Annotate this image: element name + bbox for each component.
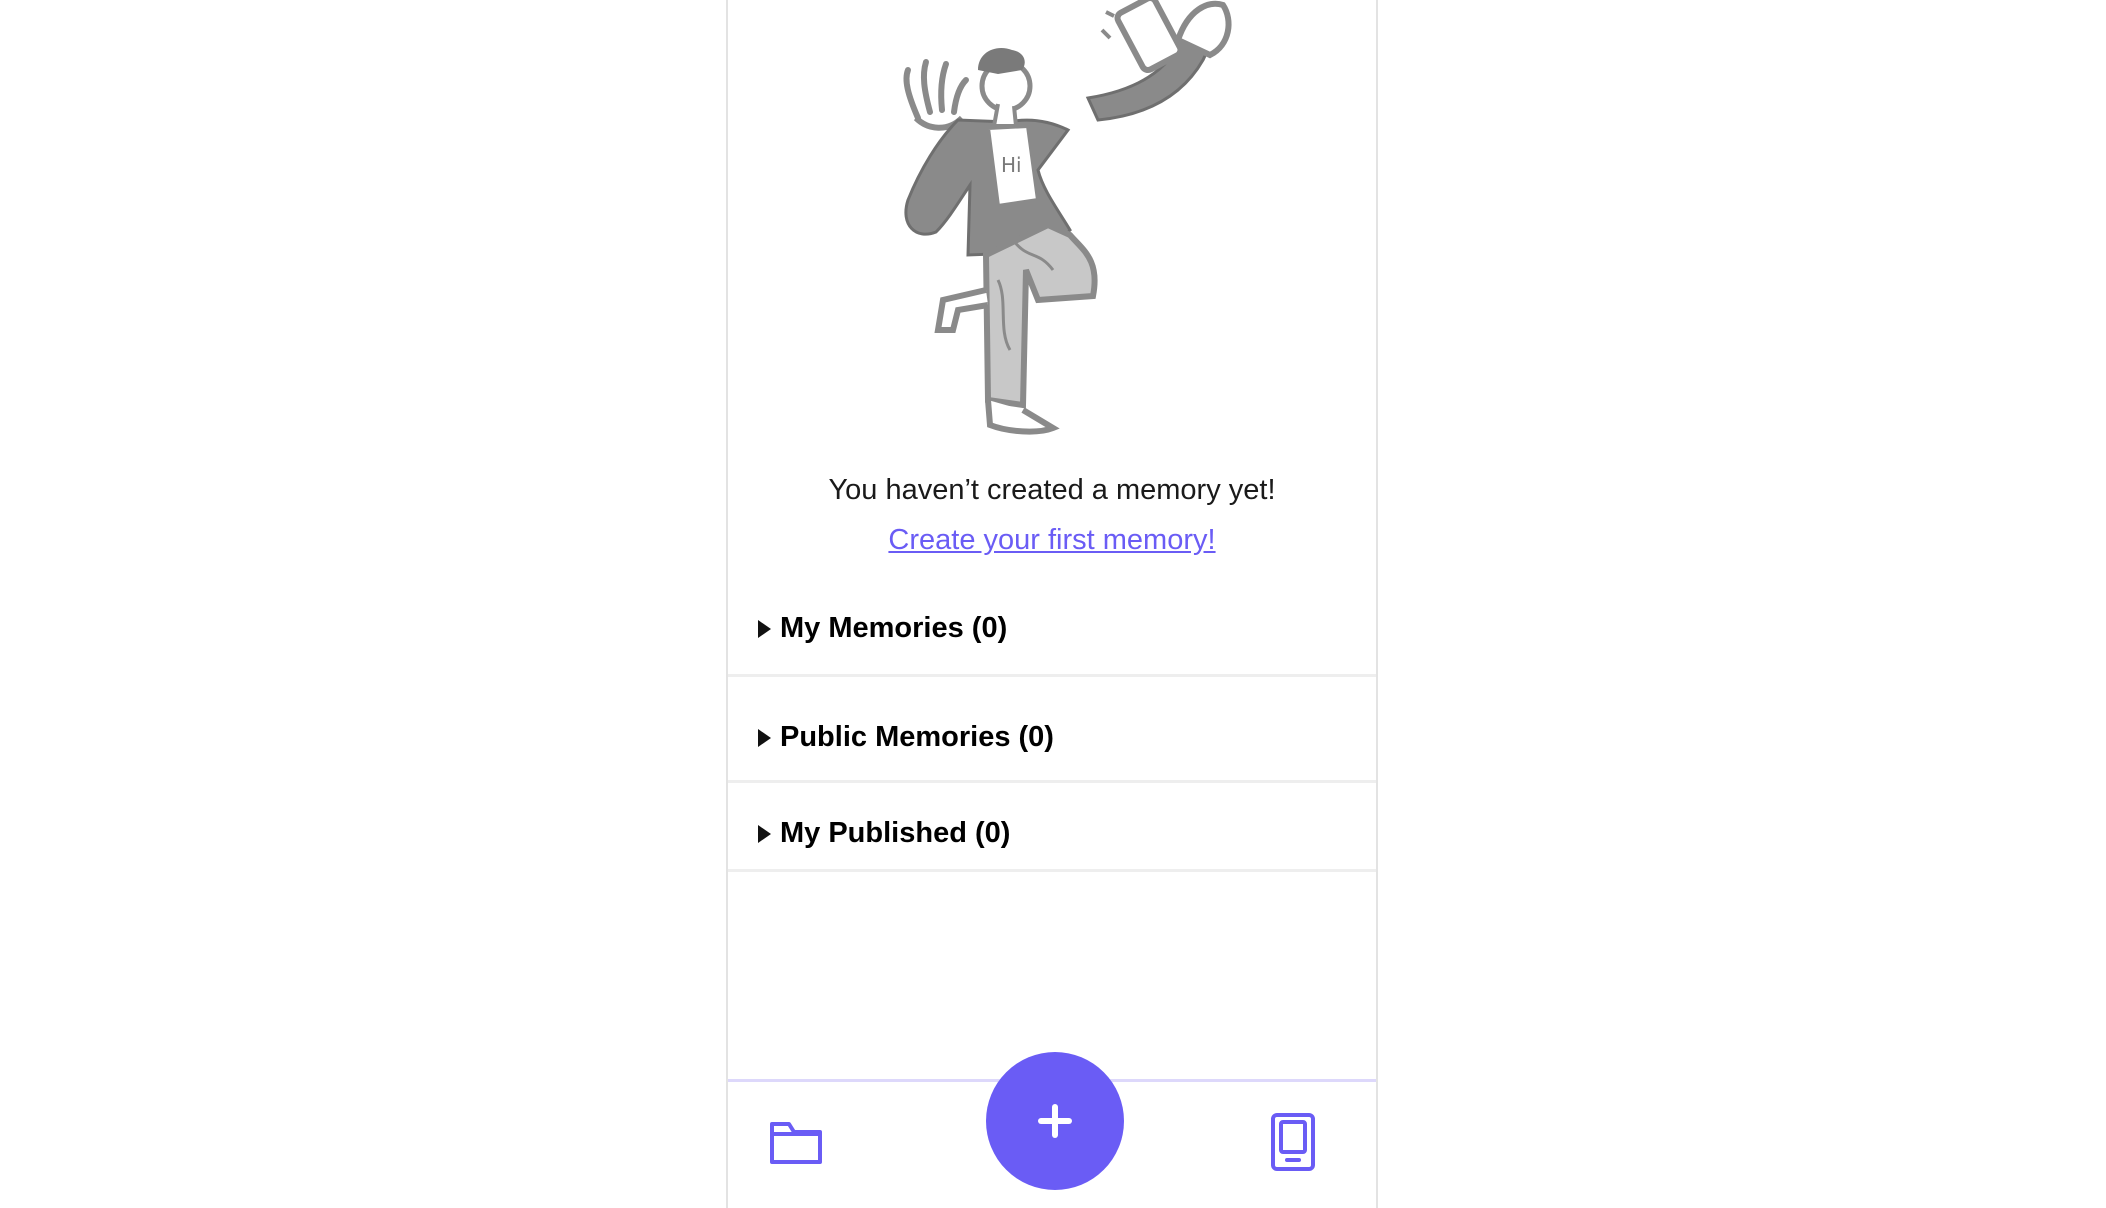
selfie-person-illustration: Hi — [903, 0, 1232, 435]
shirt-text: Hi — [1001, 153, 1022, 177]
section-label: My Published (0) — [780, 817, 1011, 849]
section-label: Public Memories (0) — [780, 721, 1054, 753]
expand-caret-icon — [758, 620, 771, 638]
add-memory-button[interactable] — [986, 1052, 1124, 1190]
app-screen: Hi You haven’t created a memory yet! Cre… — [726, 0, 1378, 1208]
section-label: My Memories (0) — [780, 612, 1008, 644]
create-first-memory-link[interactable]: Create your first memory! — [728, 524, 1376, 557]
expand-caret-icon — [758, 825, 771, 843]
folder-icon[interactable] — [768, 1116, 824, 1168]
tablet-icon[interactable] — [1270, 1112, 1316, 1172]
plus-icon — [1038, 1104, 1072, 1138]
empty-state-message: You haven’t created a memory yet! — [828, 474, 1276, 506]
section-my-published[interactable]: My Published (0) — [728, 783, 1376, 872]
section-my-memories[interactable]: My Memories (0) — [728, 600, 1376, 677]
section-public-memories[interactable]: Public Memories (0) — [728, 677, 1376, 783]
expand-caret-icon — [758, 729, 771, 747]
